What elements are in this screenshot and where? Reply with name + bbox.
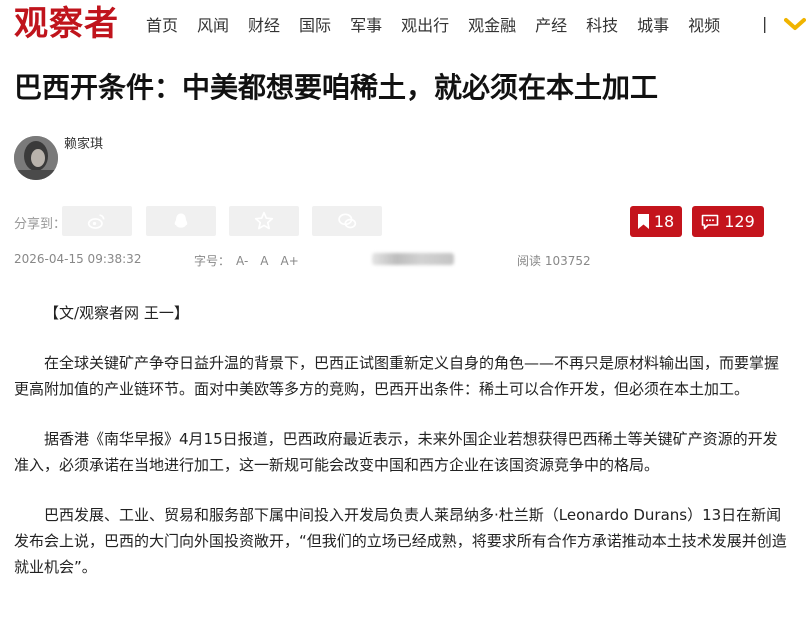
article-paragraph: 在全球关键矿产争夺日益升温的背景下，巴西正试图重新定义自身的角色——不再只是原材…: [14, 354, 780, 398]
publish-date: 2026-04-15 09:38:32: [14, 252, 142, 266]
article-paragraph: 据香港《南华早报》4月15日报道，巴西政府最近表示，未来外国企业若想获得巴西稀土…: [14, 430, 778, 474]
bookmark-icon: [637, 214, 649, 229]
weibo-icon: [87, 214, 105, 229]
font-size-label: 字号：: [194, 254, 231, 268]
comment-icon: [701, 214, 719, 229]
site-logo[interactable]: 观察者: [14, 2, 119, 46]
main-nav: 首页 风闻 财经 国际 军事 观出行 观金融 产经 科技 城事 视频: [146, 12, 739, 36]
article-paragraph: 巴西发展、工业、贸易和服务部下属中间投入开发局负责人莱昂纳多·杜兰斯（Leona…: [14, 506, 787, 576]
read-count-value: 103752: [544, 254, 591, 268]
share-label: 分享到：: [14, 217, 67, 232]
share-wechat-button[interactable]: [312, 206, 382, 236]
font-size-default-button[interactable]: A: [260, 254, 268, 268]
nav-item-video[interactable]: 视频: [688, 12, 720, 36]
qzone-star-icon: [254, 211, 274, 230]
nav-item-mobility[interactable]: 观出行: [401, 12, 449, 36]
nav-item-city[interactable]: 城事: [637, 12, 669, 36]
author-name[interactable]: 赖家琪: [64, 133, 103, 152]
wechat-icon: [338, 213, 357, 229]
font-size-decrease-button[interactable]: A-: [236, 254, 248, 268]
author-avatar[interactable]: [14, 136, 58, 180]
bookmark-count: 18: [653, 212, 675, 231]
article-byline: 【文/观察者网 王一】: [44, 304, 189, 322]
share-weibo-button[interactable]: [62, 206, 132, 236]
nav-item-fengwen[interactable]: 风闻: [197, 12, 229, 36]
nav-item-finance[interactable]: 财经: [248, 12, 280, 36]
nav-item-home[interactable]: 首页: [146, 12, 178, 36]
nav-item-international[interactable]: 国际: [299, 12, 331, 36]
bookmark-button[interactable]: 18: [630, 206, 682, 237]
read-count: 阅读 103752: [517, 252, 591, 269]
nav-item-industry[interactable]: 产经: [535, 12, 567, 36]
read-label: 阅读: [517, 254, 542, 268]
top-bar: 观察者 首页 风闻 财经 国际 军事 观出行 观金融 产经 科技 城事 视频 |: [0, 0, 807, 50]
font-size-increase-button[interactable]: A+: [281, 254, 299, 268]
font-size-controls: 字号： A- A A+: [194, 252, 299, 269]
comment-count: 129: [724, 212, 755, 231]
blurred-source-text: [372, 253, 454, 265]
nav-item-military[interactable]: 军事: [350, 12, 382, 36]
article-title: 巴西开条件：中美都想要咱稀土，就必须在本土加工: [14, 71, 659, 104]
article-body: 【文/观察者网 王一】 在全球关键矿产争夺日益升温的背景下，巴西正试图重新定义自…: [14, 300, 790, 604]
qq-icon: [174, 213, 188, 228]
nav-item-tech[interactable]: 科技: [586, 12, 618, 36]
comment-button[interactable]: 129: [692, 206, 764, 237]
nav-separator: |: [762, 14, 768, 33]
chevron-down-icon[interactable]: [784, 17, 806, 31]
share-qq-button[interactable]: [146, 206, 216, 236]
share-qzone-button[interactable]: [229, 206, 299, 236]
nav-item-guan-finance[interactable]: 观金融: [468, 12, 516, 36]
